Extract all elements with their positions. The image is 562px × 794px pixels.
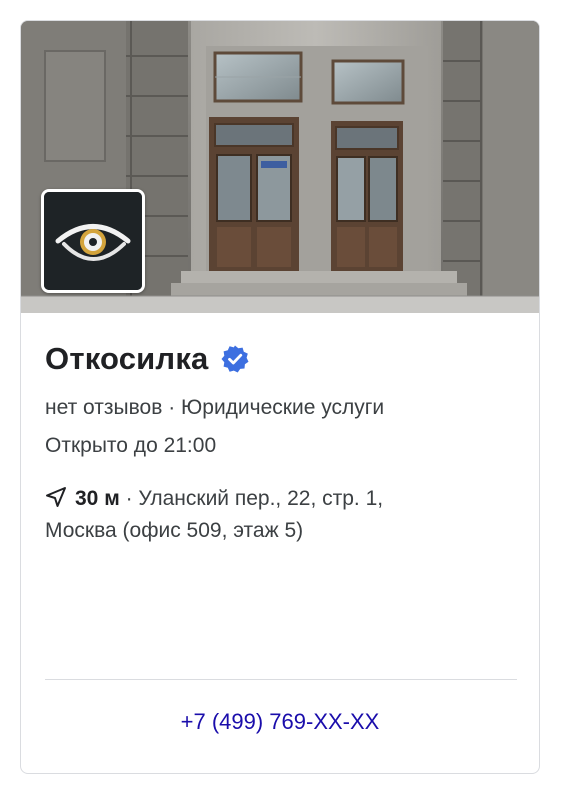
address-line-1: Уланский пер., 22, стр. 1, [138,487,384,510]
distance: 30 м [75,487,120,510]
navigation-arrow-icon [46,487,66,507]
business-card: Откосилка нет отзывов · Юридические услу… [20,20,540,774]
place-info: Откосилка нет отзывов · Юридические услу… [45,339,517,547]
rating-category-line: нет отзывов · Юридические услуги [45,393,517,423]
business-logo [41,189,145,293]
verified-badge-icon [221,345,249,373]
divider [45,679,517,680]
separator-dot: · [168,396,176,419]
opening-hours: Открыто до 21:00 [45,434,217,457]
reviews-text[interactable]: нет отзывов [45,396,162,419]
address-block: 30 м · Уланский пер., 22, стр. 1, Москва… [45,483,517,547]
separator-dot: · [125,487,133,510]
address-line-2: Москва (офис 509, этаж 5) [45,519,304,542]
category-text: Юридические услуги [181,396,385,419]
title-row: Откосилка [45,339,517,379]
phone-link[interactable]: +7 (499) 769-XX-XX [21,709,539,735]
place-name[interactable]: Откосилка [45,341,208,377]
eye-logo-icon [44,192,142,290]
